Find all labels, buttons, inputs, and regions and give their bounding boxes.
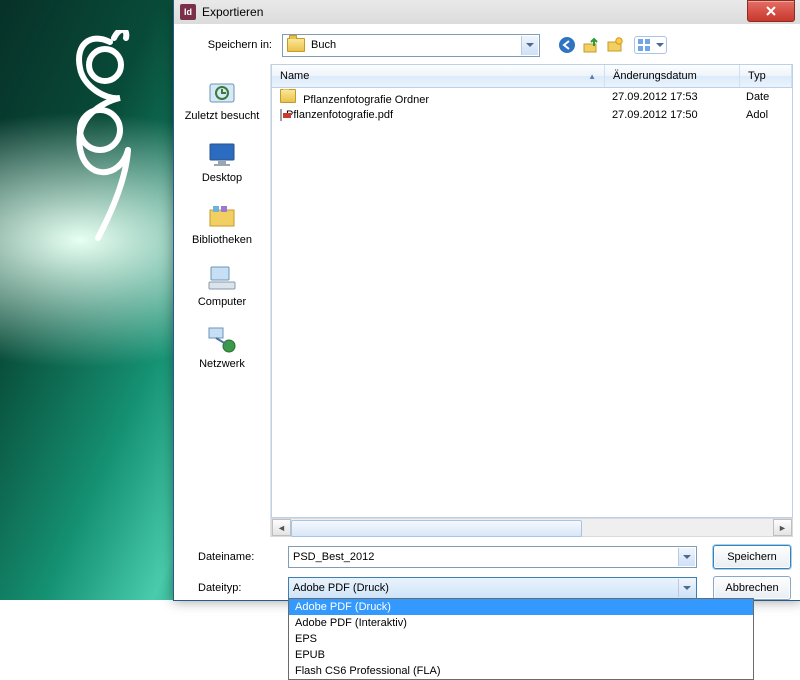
view-mode-menu[interactable] [634,36,667,54]
sort-asc-icon: ▲ [588,72,596,81]
chevron-down-icon[interactable] [678,579,695,597]
chevron-down-icon[interactable] [678,548,695,566]
close-button[interactable] [747,0,795,22]
cancel-button[interactable]: Abbrechen [713,576,791,600]
save-in-label: Speichern in: [182,39,282,51]
column-name[interactable]: Name ▲ [272,65,605,87]
save-in-toolbar: Speichern in: Buch [174,24,800,62]
filetype-option[interactable]: EPS [289,631,753,647]
places-bar: Zuletzt besucht Desktop Bibliotheken Com… [174,62,270,539]
network-icon [206,324,238,356]
desktop-icon [206,138,238,170]
place-label: Netzwerk [199,358,245,370]
chevron-down-icon[interactable] [521,36,538,55]
filename-label: Dateiname: [184,551,288,563]
filename-value: PSD_Best_2012 [293,551,374,563]
column-type[interactable]: Typ [740,65,792,87]
app-icon-indesign: Id [180,4,196,20]
save-in-location-text: Buch [311,39,336,51]
place-network[interactable]: Netzwerk [177,318,267,380]
save-button[interactable]: Speichern [713,545,791,569]
filetype-label: Dateityp: [184,582,288,594]
place-libraries[interactable]: Bibliotheken [177,194,267,256]
place-desktop[interactable]: Desktop [177,132,267,194]
filename-input[interactable]: PSD_Best_2012 [288,546,697,568]
filetype-option[interactable]: Adobe PDF (Druck) [289,599,753,615]
column-modified[interactable]: Änderungsdatum [605,65,740,87]
file-rows[interactable]: Pflanzenfotografie Ordner 27.09.2012 17:… [271,88,793,518]
computer-icon [206,262,238,294]
libraries-icon [206,200,238,232]
filetype-value: Adobe PDF (Druck) [293,582,389,594]
place-label: Computer [198,296,246,308]
list-item[interactable]: Pflanzenfotografie Ordner 27.09.2012 17:… [272,88,792,106]
back-icon[interactable] [558,36,576,54]
scroll-thumb[interactable] [291,520,582,537]
filetype-option[interactable]: EPUB [289,647,753,663]
save-in-location-combo[interactable]: Buch [282,34,540,57]
list-item[interactable]: Pflanzenfotografie.pdf 27.09.2012 17:50 … [272,106,792,124]
folder-icon [280,89,296,103]
titlebar[interactable]: Id Exportieren [174,0,800,24]
filetype-option[interactable]: Adobe PDF (Interaktiv) [289,615,753,631]
scroll-left-button[interactable]: ◄ [272,519,291,536]
folder-icon [287,38,305,52]
export-dialog: Id Exportieren Speichern in: Buch [173,0,800,601]
filetype-dropdown[interactable]: Adobe PDF (Druck) Adobe PDF (Interaktiv)… [288,598,754,680]
column-headers[interactable]: Name ▲ Änderungsdatum Typ [271,64,793,88]
place-computer[interactable]: Computer [177,256,267,318]
scroll-right-button[interactable]: ► [773,519,792,536]
file-list: Name ▲ Änderungsdatum Typ Pflanzenfotogr… [270,64,793,537]
recent-icon [206,76,238,108]
scroll-track[interactable] [291,520,773,535]
place-label: Desktop [202,172,242,184]
place-label: Zuletzt besucht [185,110,260,122]
up-one-level-icon[interactable] [582,36,600,54]
file-fields: Dateiname: PSD_Best_2012 Speichern Datei… [174,539,800,600]
horizontal-scrollbar[interactable]: ◄ ► [271,518,793,537]
place-recent[interactable]: Zuletzt besucht [177,70,267,132]
filetype-option[interactable]: Flash CS6 Professional (FLA) [289,663,753,679]
window-title: Exportieren [202,5,747,19]
pdf-file-icon [280,109,282,121]
new-folder-icon[interactable] [606,36,624,54]
filetype-combo[interactable]: Adobe PDF (Druck) [288,577,697,599]
place-label: Bibliotheken [192,234,252,246]
